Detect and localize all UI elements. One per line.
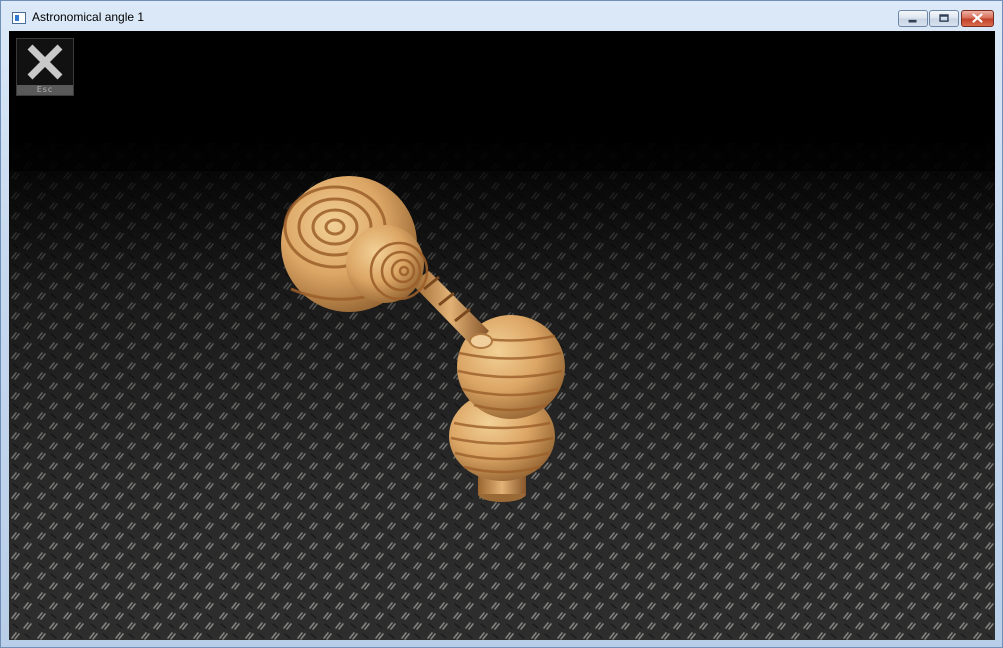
maximize-icon [939,14,949,22]
x-close-icon [27,44,63,80]
minimize-button[interactable] [898,10,928,27]
close-icon [972,13,983,23]
app-window: Astronomical angle 1 Esc [0,0,1003,648]
minimize-icon [908,19,917,23]
escape-button[interactable]: Esc [16,38,74,96]
maximize-button[interactable] [929,10,959,27]
3d-scene [9,31,995,640]
title-bar[interactable]: Astronomical angle 1 [1,1,1002,31]
window-title: Astronomical angle 1 [32,10,145,24]
render-viewport[interactable]: Esc [9,31,995,640]
close-button[interactable] [961,10,994,27]
escape-label: Esc [17,85,73,95]
app-window-icon [12,12,26,24]
